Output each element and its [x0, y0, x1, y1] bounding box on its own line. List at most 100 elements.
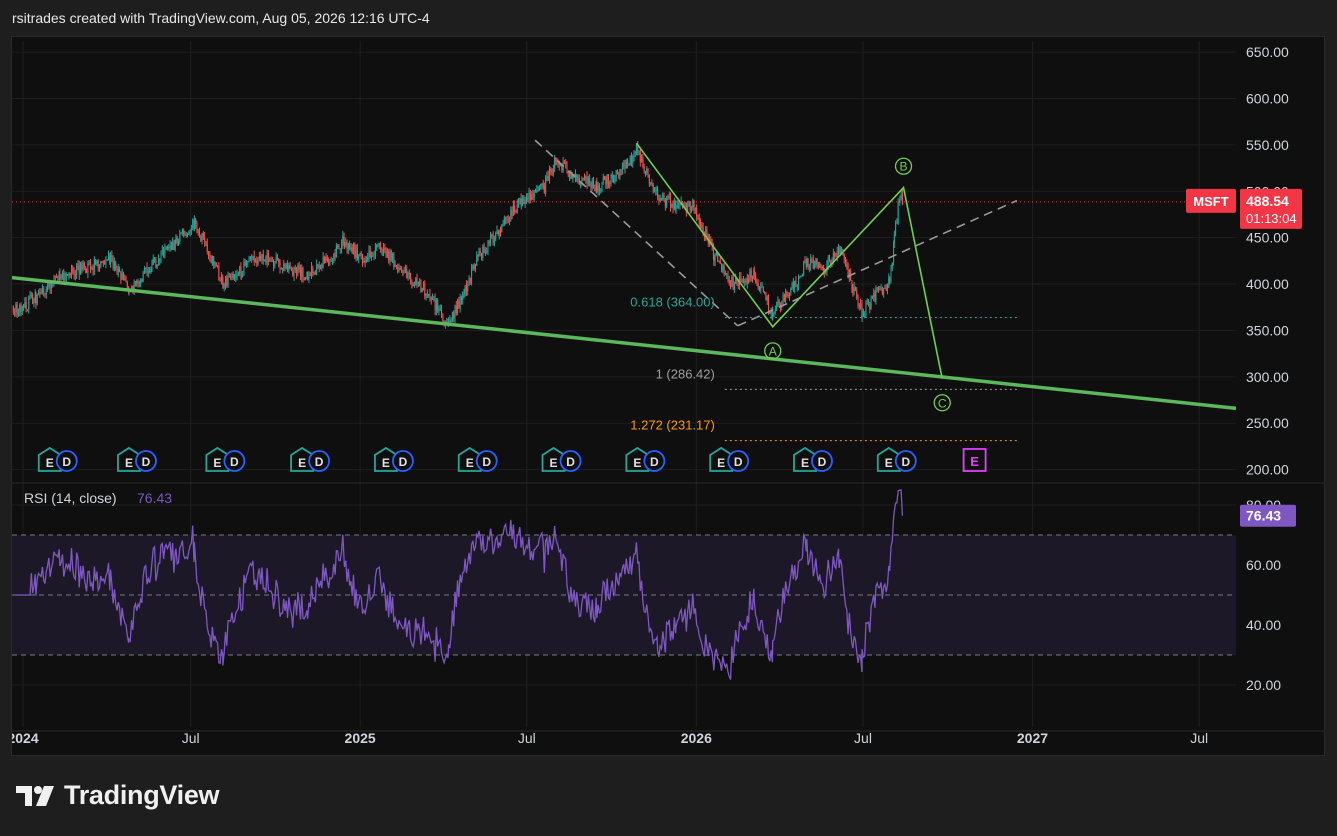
candle-body — [141, 280, 143, 282]
candle-body — [639, 150, 641, 163]
candle-body — [566, 163, 568, 172]
candle — [240, 271, 242, 280]
candle — [803, 260, 805, 277]
candle — [88, 260, 90, 266]
price-badge-value: 488.54 — [1246, 193, 1289, 209]
candle — [502, 219, 504, 227]
candle-body — [698, 218, 700, 223]
candle — [271, 256, 273, 263]
candle-body — [202, 233, 204, 238]
candle — [498, 229, 500, 240]
candle — [844, 257, 846, 267]
candle-body — [490, 234, 492, 243]
candle — [294, 264, 296, 273]
candle-body — [23, 305, 25, 308]
candle-body — [605, 177, 607, 185]
candle-body — [204, 237, 206, 243]
candle-body — [81, 264, 83, 270]
candle-body — [700, 222, 702, 226]
candle — [801, 273, 803, 277]
candle-body — [574, 173, 576, 180]
candle — [231, 272, 233, 281]
wave-label-a: A — [764, 342, 782, 360]
candle — [170, 241, 172, 251]
candle — [408, 269, 410, 280]
candle — [694, 207, 696, 214]
candle-body — [401, 270, 403, 272]
candle — [774, 305, 776, 315]
candle-body — [514, 205, 516, 212]
candle — [337, 244, 339, 250]
candle — [184, 230, 186, 237]
candle-body — [420, 284, 422, 292]
dividend-icon-letter: D — [230, 455, 239, 469]
candle-body — [406, 269, 408, 279]
candle — [265, 255, 267, 265]
candle — [728, 275, 730, 286]
candle — [570, 170, 572, 180]
tradingview-logo: TradingView — [16, 780, 220, 811]
price-axis-tick: 250.00 — [1246, 415, 1289, 431]
candle-body — [209, 255, 211, 257]
candle-body — [657, 189, 659, 198]
candle — [873, 288, 875, 302]
candle-body — [773, 311, 775, 313]
candle — [200, 234, 202, 243]
candle-body — [170, 245, 172, 250]
candle — [536, 184, 538, 194]
candle-body — [314, 272, 316, 275]
chart-svg[interactable]: 0.618 (364.00) 1 (286.42) 1.272 (231.17) A B… — [12, 37, 1324, 755]
candle — [239, 265, 241, 277]
candle — [441, 304, 443, 318]
chart-caption: rsitrades created with TradingView.com, … — [12, 10, 430, 26]
candle — [628, 162, 630, 166]
chart-panel[interactable]: 0.618 (364.00) 1 (286.42) 1.272 (231.17) A B… — [11, 36, 1325, 756]
candle-body — [173, 241, 175, 250]
candle-body — [98, 266, 100, 268]
candle-body — [482, 246, 484, 259]
candle — [172, 237, 174, 250]
candle-body — [434, 298, 436, 310]
candle-body — [199, 232, 201, 236]
candle — [800, 275, 802, 278]
candle — [540, 183, 542, 190]
candle-body — [85, 267, 87, 271]
candle-body — [41, 288, 43, 294]
candle — [70, 264, 72, 279]
candle-body — [67, 274, 69, 276]
candle — [383, 242, 385, 257]
candle-body — [497, 230, 499, 235]
candle-body — [643, 166, 645, 173]
candle — [487, 239, 489, 256]
candle — [406, 265, 408, 279]
candle — [314, 270, 316, 275]
candle-body — [619, 169, 621, 176]
wave-label-text: A — [769, 344, 777, 358]
candle — [288, 262, 290, 274]
candle — [751, 275, 753, 283]
candle-body — [820, 264, 822, 268]
candle-body — [611, 174, 613, 179]
candle — [653, 186, 655, 193]
earnings-icon-letter: E — [633, 456, 641, 470]
candle-body — [308, 274, 310, 280]
candle — [353, 242, 355, 255]
candle-body — [63, 273, 65, 280]
candle — [510, 206, 512, 222]
candle-body — [50, 284, 52, 289]
candle — [816, 258, 818, 269]
candle — [697, 214, 699, 220]
dividend-icon-letter: D — [566, 455, 575, 469]
candle — [463, 288, 465, 299]
candle — [886, 283, 888, 295]
candle — [346, 239, 348, 254]
candle-body — [821, 267, 823, 269]
candle — [455, 300, 457, 316]
candle — [550, 166, 552, 176]
candle — [193, 215, 195, 232]
candle-body — [717, 253, 719, 261]
candle — [638, 150, 640, 156]
candle-body — [287, 265, 289, 272]
candle — [457, 298, 459, 316]
candle-body — [728, 279, 730, 284]
